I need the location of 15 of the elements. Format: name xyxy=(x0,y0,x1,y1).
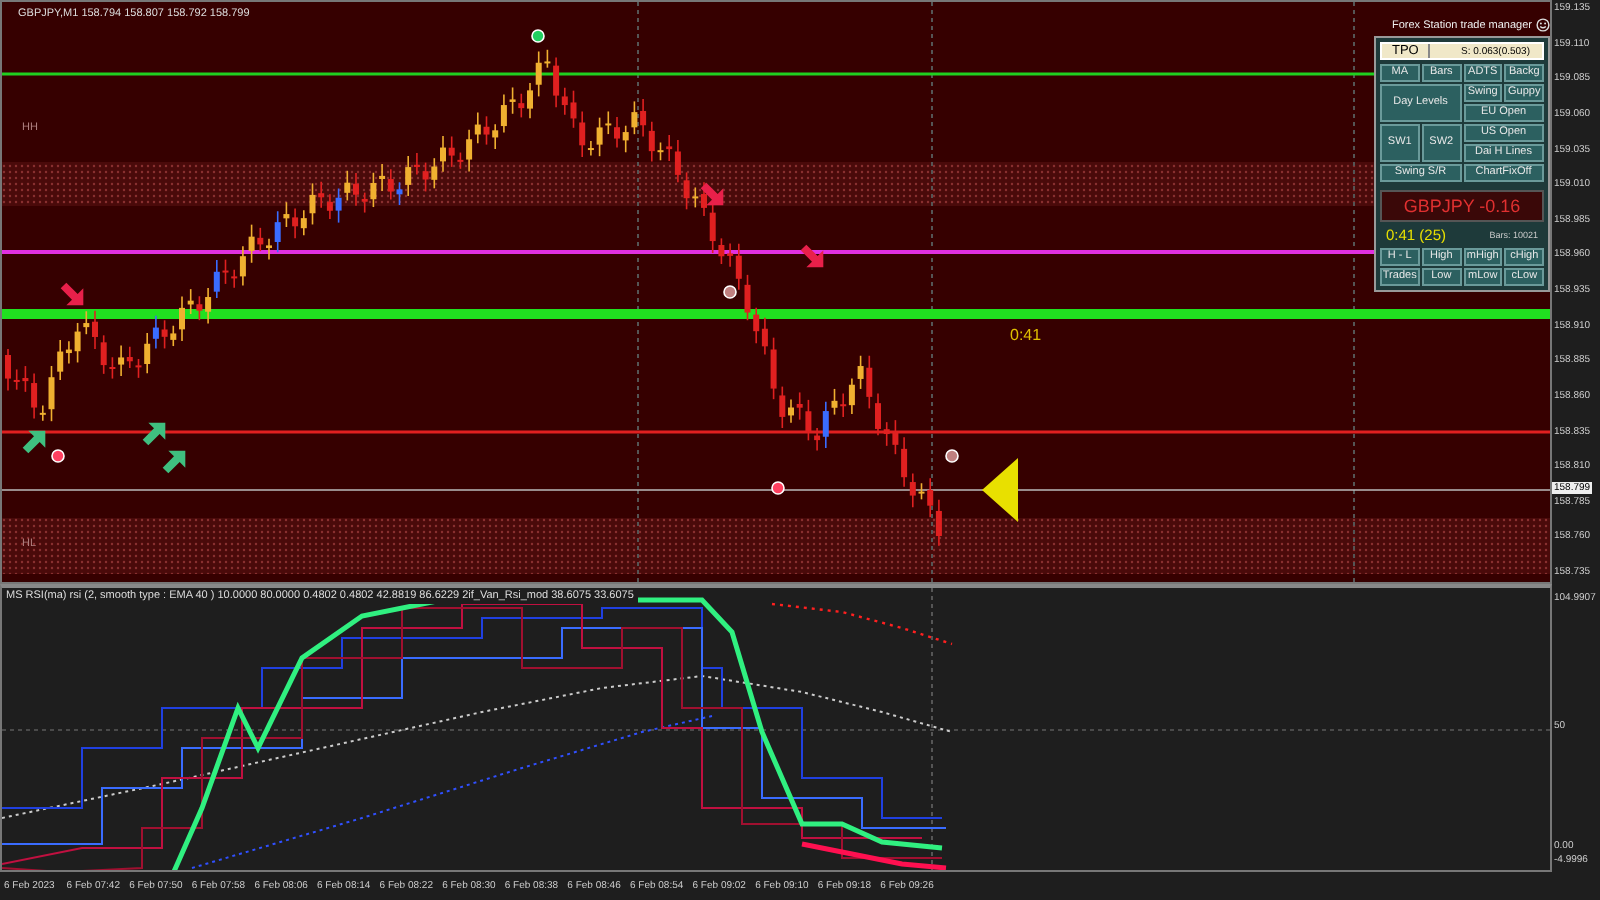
signal-arrow-icon xyxy=(22,430,46,454)
candle-timer: 0:41 xyxy=(1010,326,1042,344)
signal-arrow-icon xyxy=(700,182,724,206)
marker-dot-icon xyxy=(771,481,785,495)
signal-arrow-icon xyxy=(162,450,186,474)
marker-dot-icon xyxy=(531,29,545,43)
symbol-change-display: GBPJPY -0.16 xyxy=(1380,190,1544,222)
smiley-icon xyxy=(1536,18,1550,32)
marker-dot-icon xyxy=(945,449,959,463)
signal-arrow-icon xyxy=(142,422,166,446)
marker-dot-icon xyxy=(51,449,65,463)
triangle-marker-icon xyxy=(982,458,1018,522)
marker-dot-icon xyxy=(723,285,737,299)
signal-arrow-icon xyxy=(800,244,824,268)
signal-arrow-icon xyxy=(60,282,84,306)
